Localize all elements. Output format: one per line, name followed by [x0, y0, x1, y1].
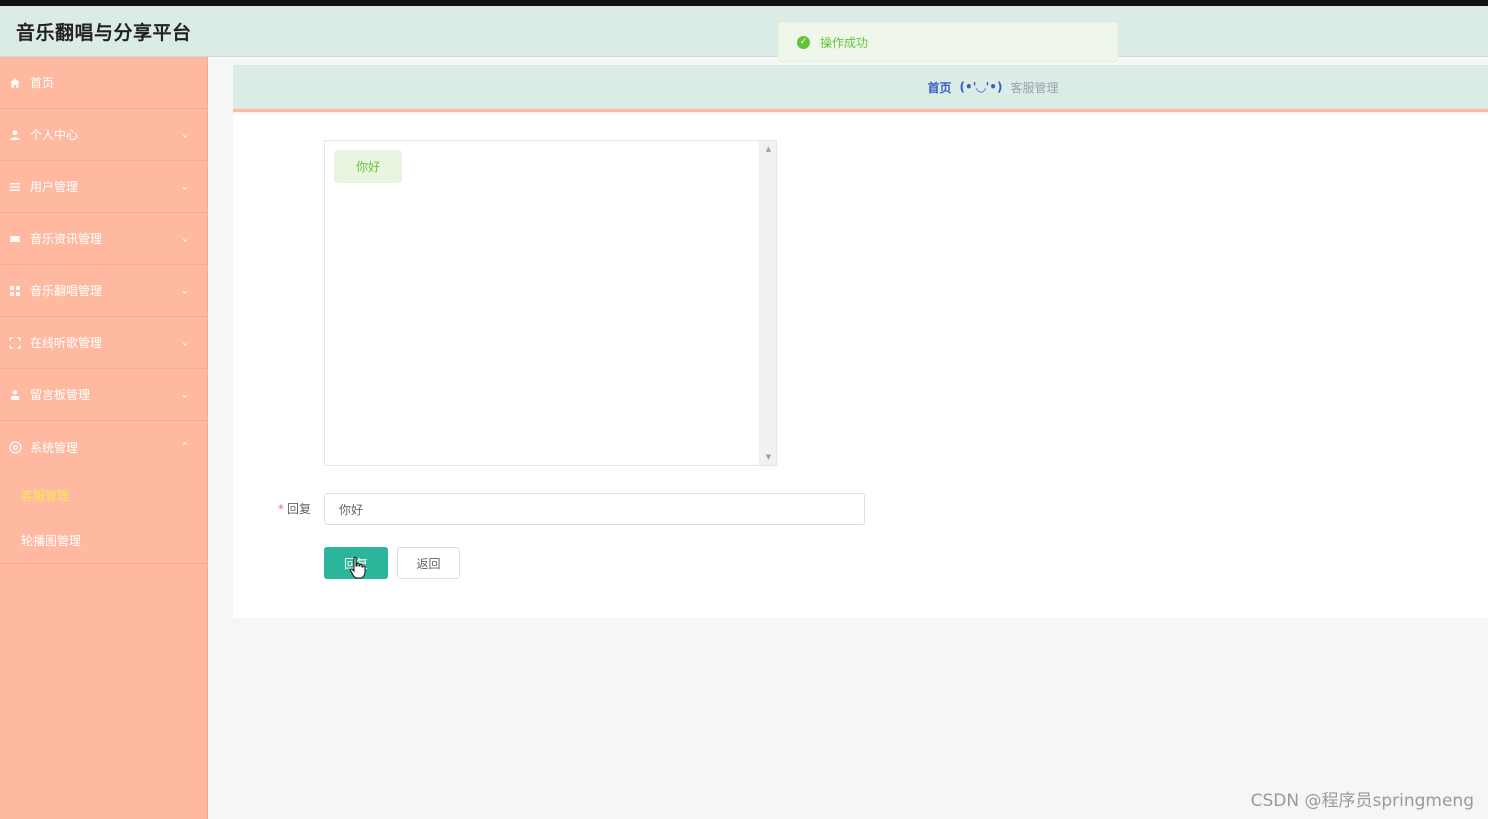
chevron-down-icon: ⌄	[180, 129, 189, 140]
reply-label: * 回复	[278, 502, 312, 516]
fullscreen-icon	[8, 336, 22, 350]
person-icon	[8, 388, 22, 402]
breadcrumb-separator: (•'◡'•)	[959, 80, 1003, 94]
scroll-up-icon[interactable]: ▲	[760, 145, 777, 153]
success-toast: ✓ 操作成功	[778, 22, 1118, 62]
chat-history[interactable]: 你好 ▲ ▼	[324, 140, 777, 466]
sidebar-item-label: 首页	[30, 76, 55, 90]
chat-message: 你好	[334, 150, 402, 183]
sidebar-item-label: 在线听歌管理	[30, 336, 103, 350]
chevron-down-icon: ⌄	[180, 181, 189, 192]
sidebar-item-label: 用户管理	[30, 180, 79, 194]
scroll-down-icon[interactable]: ▼	[760, 453, 777, 461]
user-icon	[8, 128, 22, 142]
sidebar-item-user-management[interactable]: 用户管理 ⌄	[0, 161, 207, 213]
chevron-up-icon: ⌃	[180, 441, 189, 453]
main-content: 你好 ▲ ▼ *回复 回复 返回	[233, 115, 1488, 618]
back-button[interactable]: 返回	[397, 547, 460, 579]
sidebar-item-cover-management[interactable]: 音乐翻唱管理 ⌄	[0, 265, 207, 317]
sidebar-subitem-customer-service[interactable]: 客服管理	[0, 473, 207, 518]
sidebar-item-online-listening[interactable]: 在线听歌管理 ⌄	[0, 317, 207, 369]
check-circle-icon: ✓	[797, 35, 810, 49]
sidebar-item-system-management[interactable]: 系统管理 ⌃	[0, 421, 207, 473]
sidebar-item-label: 留言板管理	[30, 388, 91, 402]
home-icon	[8, 76, 22, 90]
watermark: CSDN @程序员springmeng	[1250, 791, 1474, 811]
sidebar-item-message-board[interactable]: 留言板管理 ⌄	[0, 369, 207, 421]
sidebar-item-label: 个人中心	[30, 128, 79, 142]
reply-button[interactable]: 回复	[324, 547, 388, 579]
chevron-down-icon: ⌄	[180, 389, 189, 400]
list-icon	[8, 180, 22, 194]
app-header: 音乐翻唱与分享平台	[0, 6, 1488, 57]
reply-form-row: * 回复	[233, 493, 873, 525]
sidebar-item-home[interactable]: 首页	[0, 57, 207, 109]
sidebar-item-personal-center[interactable]: 个人中心 ⌄	[0, 109, 207, 161]
ticket-icon	[8, 232, 22, 246]
sidebar-item-label: 音乐资讯管理	[30, 232, 103, 246]
submenu-system: 客服管理 轮播图管理	[0, 473, 207, 564]
chevron-down-icon: ⌄	[180, 285, 189, 296]
breadcrumb-current: 客服管理	[1010, 80, 1059, 95]
sidebar-item-music-news[interactable]: 音乐资讯管理 ⌄	[0, 213, 207, 265]
chevron-down-icon: ⌄	[180, 233, 189, 244]
sidebar-item-label: 音乐翻唱管理	[30, 284, 103, 298]
sidebar-subitem-carousel[interactable]: 轮播图管理	[0, 518, 207, 563]
grid-icon	[8, 284, 22, 298]
chat-scrollbar[interactable]: ▲ ▼	[759, 141, 776, 465]
reply-input[interactable]	[324, 493, 865, 525]
sidebar-item-label: 系统管理	[30, 440, 79, 455]
settings-icon	[8, 440, 22, 454]
app-title: 音乐翻唱与分享平台	[16, 21, 192, 44]
sidebar: 首页 个人中心 ⌄ 用户管理 ⌄ 音乐资讯管理 ⌄ 音乐翻唱管理 ⌄ 在线听歌管…	[0, 57, 208, 819]
chevron-down-icon: ⌄	[180, 337, 189, 348]
toast-message: 操作成功	[820, 35, 869, 50]
breadcrumb: 首页 (•'◡'•) 客服管理	[233, 65, 1488, 112]
breadcrumb-home[interactable]: 首页	[928, 79, 952, 96]
